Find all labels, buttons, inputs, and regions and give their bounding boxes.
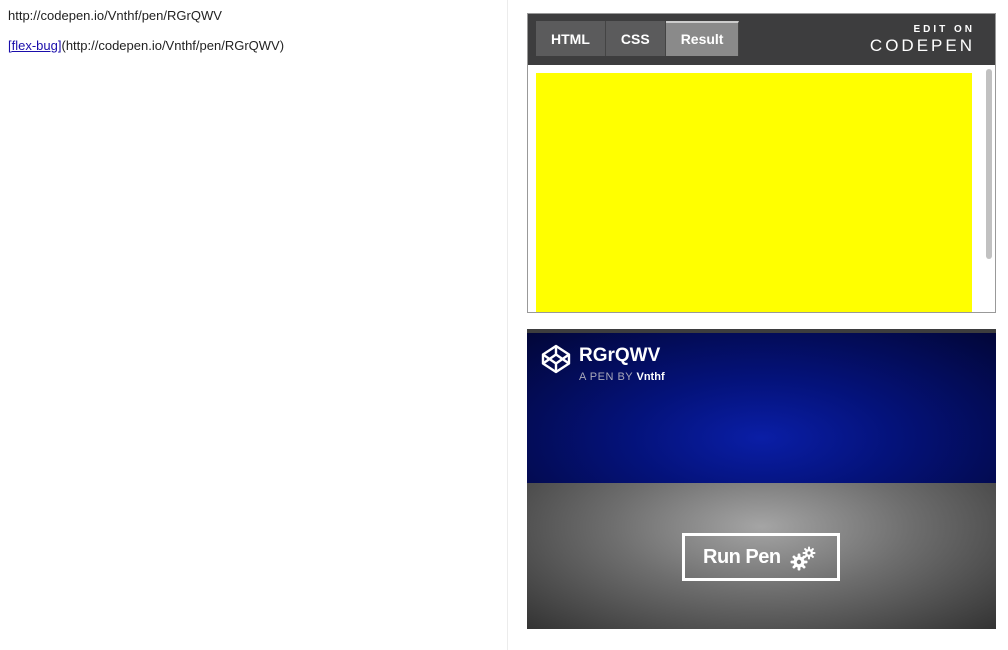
edit-on-codepen-link[interactable]: EDIT ON CODEPEN	[870, 24, 975, 56]
edit-on-label: EDIT ON	[913, 24, 975, 35]
link-line: [flex-bug](http://codepen.io/Vnthf/pen/R…	[8, 38, 284, 53]
pen-title[interactable]: RGrQWV	[579, 345, 660, 367]
left-pane: http://codepen.io/Vnthf/pen/RGrQWV [flex…	[0, 0, 508, 650]
embed-header: HTML CSS Result EDIT ON CODEPEN	[528, 14, 995, 65]
pen-author-line: A PEN BY Vnthf	[579, 371, 665, 383]
url-text: http://codepen.io/Vnthf/pen/RGrQWV	[8, 8, 222, 23]
run-pen-area: Run Pen	[527, 483, 996, 629]
codepen-embed: HTML CSS Result EDIT ON CODEPEN	[527, 13, 996, 313]
run-pen-label: Run Pen	[703, 546, 781, 568]
pen-by-prefix: A PEN BY	[579, 371, 633, 383]
scrollbar-thumb[interactable]	[986, 69, 992, 259]
yellow-result-box	[536, 73, 972, 312]
tab-result[interactable]: Result	[665, 21, 740, 56]
pen-author[interactable]: Vnthf	[637, 371, 665, 383]
embed-tabs: HTML CSS Result	[536, 21, 740, 56]
pen-preview-header: RGrQWV A PEN BY Vnthf	[527, 329, 996, 483]
pen-preview: RGrQWV A PEN BY Vnthf Run Pen	[527, 329, 996, 629]
flex-bug-link[interactable]: [flex-bug]	[8, 38, 61, 53]
result-pane	[528, 65, 995, 312]
codepen-wordmark: CODEPEN	[869, 36, 975, 55]
run-pen-button[interactable]: Run Pen	[682, 533, 840, 581]
gears-icon	[790, 546, 816, 571]
tab-css[interactable]: CSS	[605, 21, 666, 56]
link-suffix-text: (http://codepen.io/Vnthf/pen/RGrQWV)	[61, 38, 285, 53]
tab-html[interactable]: HTML	[536, 21, 606, 56]
codepen-logo-icon	[541, 344, 571, 374]
